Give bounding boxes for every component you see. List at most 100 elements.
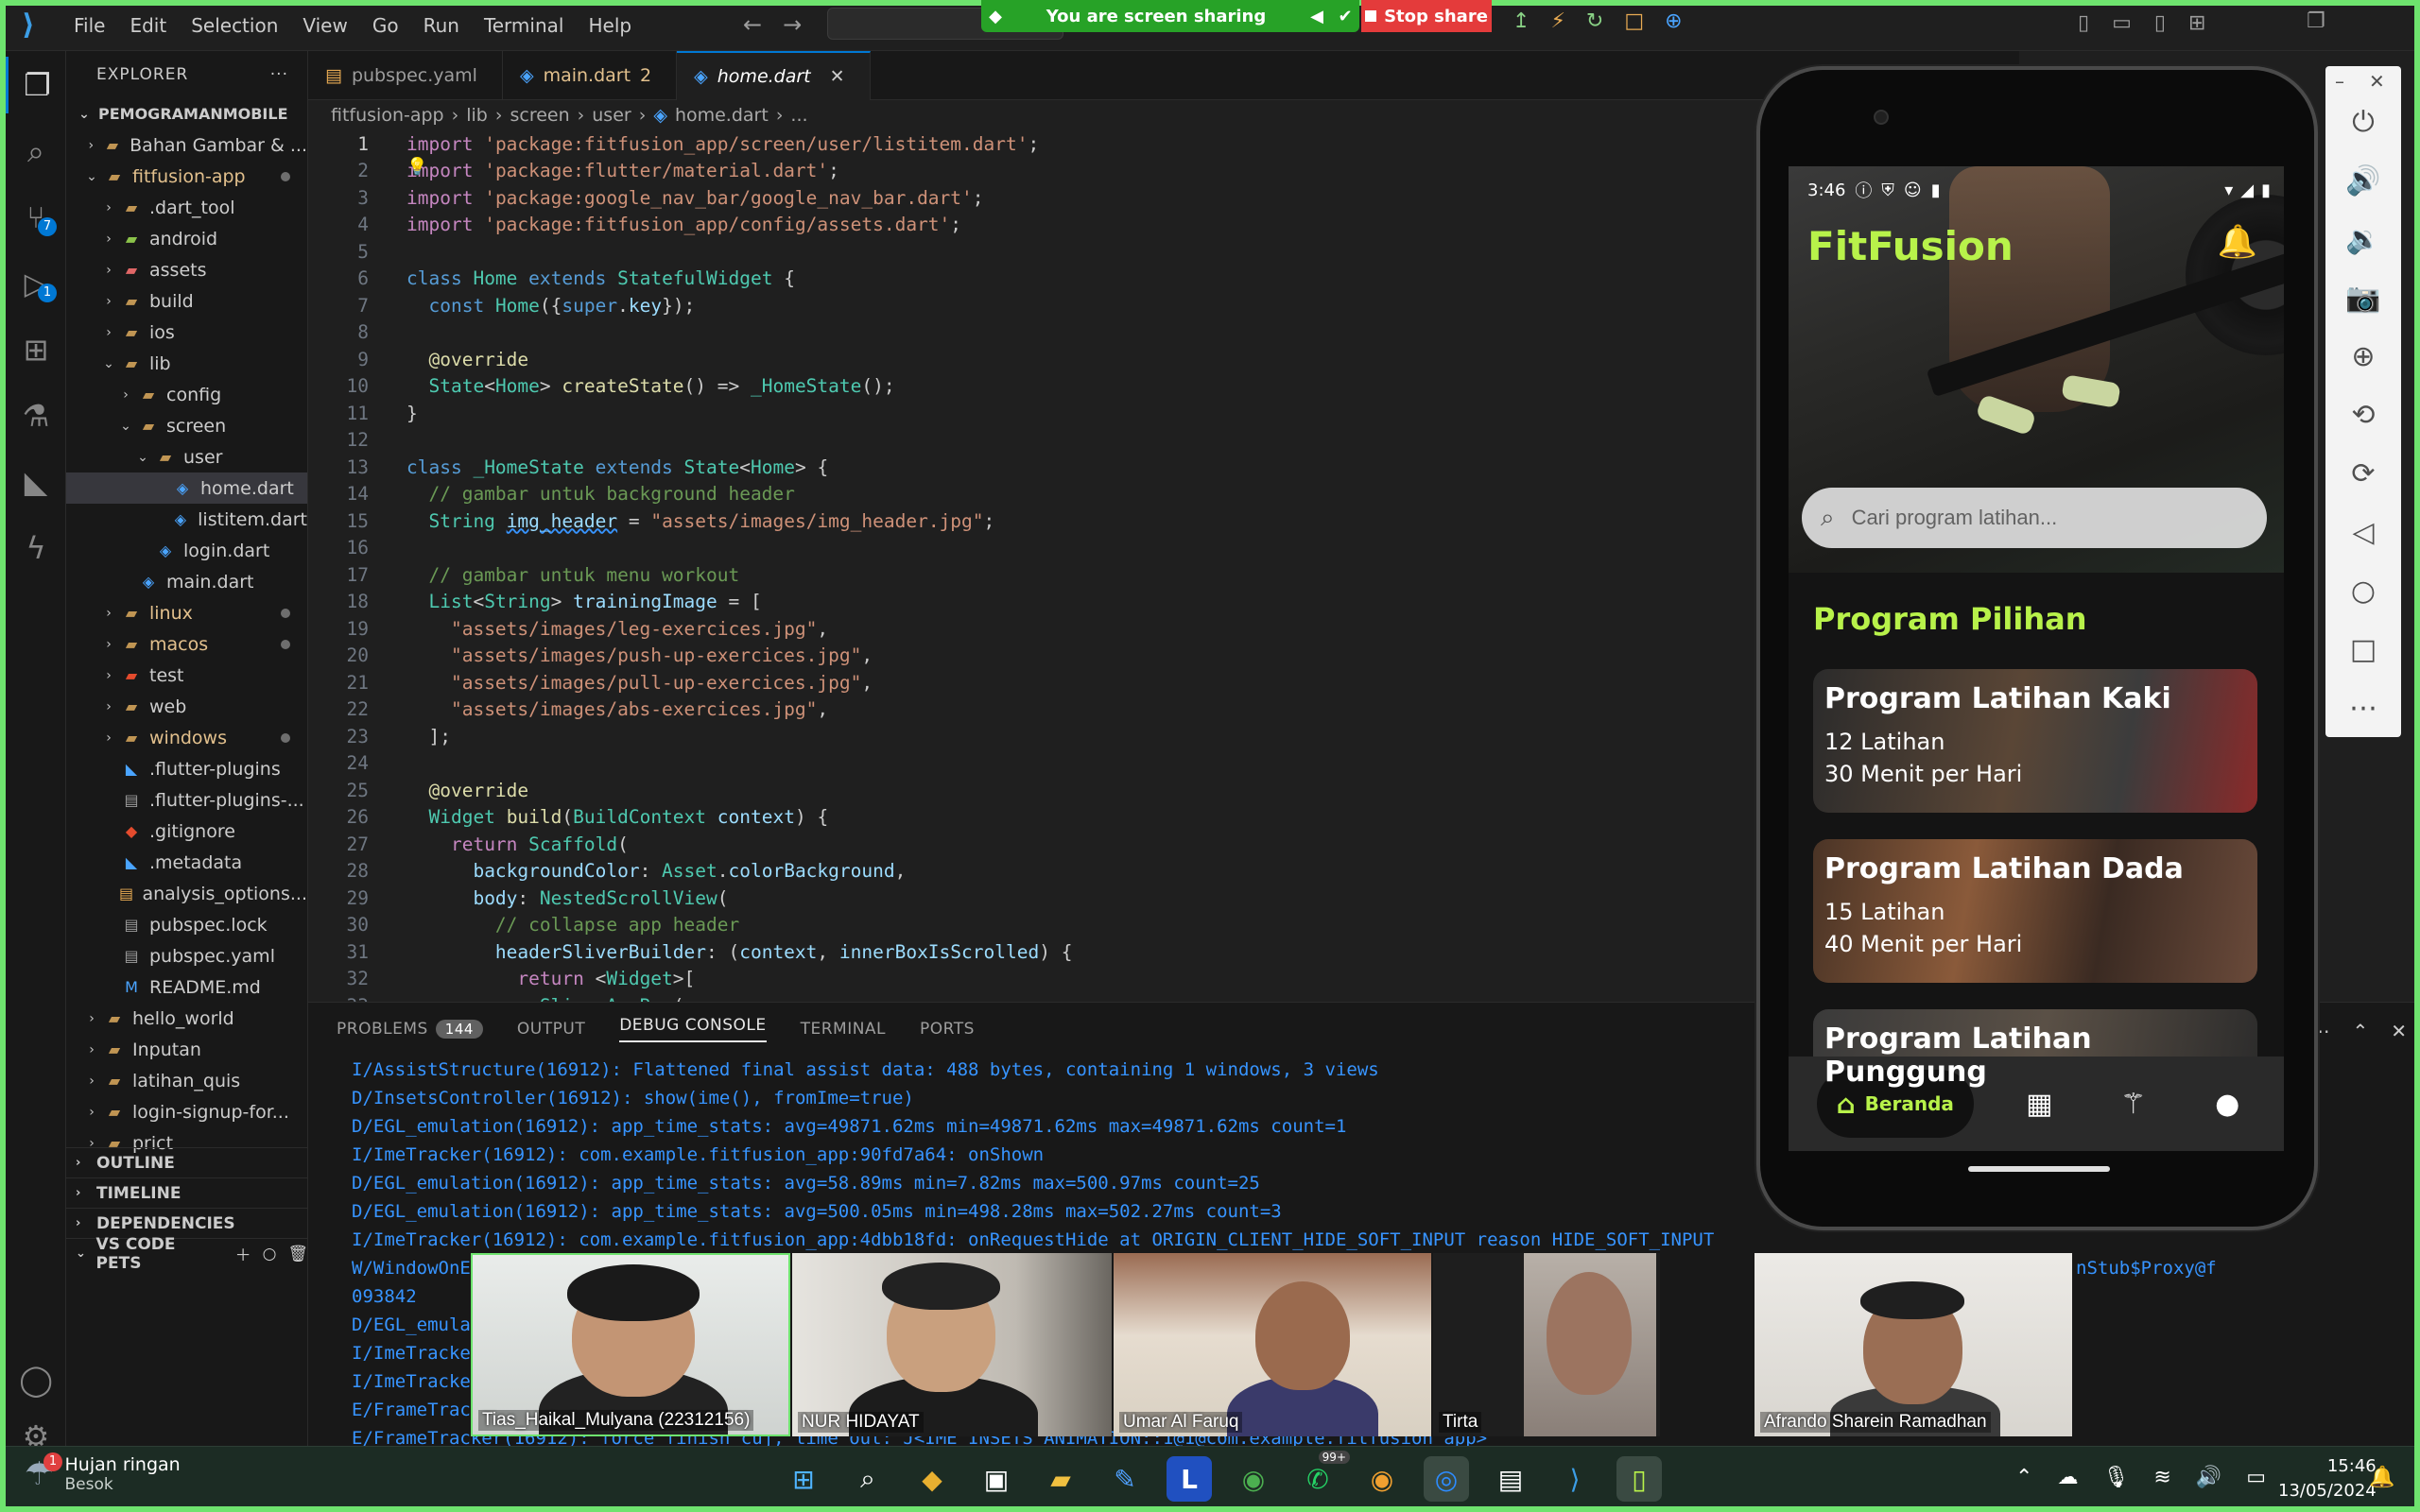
tree-item[interactable]: ◣ .metadata [66, 847, 307, 878]
volume-up-icon[interactable]: 🔊 [2345, 163, 2380, 200]
toggle-panel-icon[interactable]: ▭ [2112, 11, 2132, 35]
source-control-icon[interactable]: ⑂ 7 [6, 189, 66, 246]
account-icon[interactable]: ◯ [6, 1351, 66, 1408]
tree-item[interactable]: › ▰ .dart_tool [66, 192, 307, 223]
section-vscode-pets[interactable]: ⌄ VS CODE PETS ＋ ○ 🗑 [66, 1235, 307, 1273]
step-out-icon[interactable]: ↥ [1512, 9, 1530, 33]
zoom-icon[interactable]: ⊕ [2351, 338, 2375, 376]
start-icon[interactable]: ⊞ [781, 1456, 826, 1502]
panel-tab-terminal[interactable]: TERMINAL [801, 1020, 886, 1039]
tree-item[interactable]: › ▰ android [66, 223, 307, 254]
android-studio-icon[interactable]: ✎ [1102, 1456, 1148, 1502]
overview-icon[interactable]: □ [2350, 631, 2377, 669]
vscode-icon[interactable]: ⟩ [1552, 1456, 1598, 1502]
flutter-icon[interactable]: ◣ [6, 454, 66, 510]
tree-item[interactable]: › ▰ macos [66, 628, 307, 660]
breadcrumb-item[interactable]: fitfusion-app [331, 105, 444, 126]
tab-home-dart[interactable]: ◈ home.dart ✕ [677, 51, 871, 100]
fitness-icon[interactable]: ⚚ [2105, 1088, 2162, 1121]
stop-debug-icon[interactable]: □ [1624, 9, 1644, 33]
search-icon[interactable]: ⌕ [845, 1456, 890, 1502]
tree-item[interactable]: ◣ .flutter-plugins [66, 753, 307, 784]
volume-down-icon[interactable]: 🔉 [2345, 221, 2380, 259]
tree-item[interactable]: ▤ pubspec.yaml [66, 940, 307, 971]
tree-item[interactable]: › ▰ web [66, 691, 307, 722]
onedrive-icon[interactable]: ☁ [2057, 1466, 2078, 1489]
tab-pubspec-yaml[interactable]: ▤ pubspec.yaml [308, 51, 503, 100]
tree-item[interactable]: ⌄ ▰ screen [66, 410, 307, 441]
battery-icon[interactable]: ▭ [2246, 1466, 2266, 1489]
more-actions-icon[interactable]: ··· [270, 65, 288, 84]
tree-item[interactable]: ▤ analysis_options... [66, 878, 307, 909]
terminal-icon[interactable]: ▤ [1488, 1456, 1533, 1502]
tree-item[interactable]: › ▰ windows [66, 722, 307, 753]
close-panel-icon[interactable]: ✕ [2391, 1020, 2407, 1042]
breadcrumb-item[interactable]: user [592, 105, 631, 126]
tree-item[interactable]: ▤ pubspec.lock [66, 909, 307, 940]
rotate-right-icon[interactable]: ⟳ [2351, 455, 2375, 493]
video-tile[interactable]: Umar Al Faruq [1114, 1253, 1431, 1436]
menu-help[interactable]: Help [577, 9, 643, 43]
maximize-panel-icon[interactable]: ⌃ [2352, 1020, 2368, 1042]
menu-view[interactable]: View [291, 9, 358, 43]
tree-item[interactable]: › ▰ build [66, 285, 307, 317]
menu-go[interactable]: Go [361, 9, 410, 43]
profile-icon[interactable]: ● [2199, 1088, 2256, 1121]
tree-item[interactable]: › ▰ test [66, 660, 307, 691]
video-tile[interactable]: Tirta [1433, 1253, 1660, 1436]
breadcrumb-item[interactable]: home.dart [675, 105, 769, 126]
hot-reload-icon[interactable]: ⚡ [1550, 9, 1564, 33]
tree-item[interactable]: ◈ home.dart [66, 472, 307, 504]
tree-item[interactable]: ⌄ ▰ fitfusion-app [66, 161, 307, 192]
workspace-root[interactable]: ⌄ PEMOGRAMANMOBILE [66, 98, 307, 129]
tree-item[interactable]: M README.md [66, 971, 307, 1003]
file-explorer-icon[interactable]: ▰ [1038, 1456, 1083, 1502]
notification-bell-icon[interactable]: 🔔 [2369, 1466, 2394, 1489]
tree-item[interactable]: ▤ .flutter-plugins-... [66, 784, 307, 816]
tree-item[interactable]: › ▰ assets [66, 254, 307, 285]
panel-tab-debug-console[interactable]: DEBUG CONSOLE [619, 1016, 767, 1042]
ball-icon[interactable]: ○ [263, 1245, 277, 1263]
tree-item[interactable]: ◈ login.dart [66, 535, 307, 566]
extensions-icon[interactable]: ⊞ [6, 321, 66, 378]
delete-icon[interactable]: 🗑 [287, 1245, 307, 1263]
chrome-icon[interactable]: ◉ [1231, 1456, 1276, 1502]
volume-icon[interactable]: 🔊 [2196, 1466, 2221, 1489]
panel-tab-output[interactable]: OUTPUT [517, 1020, 585, 1039]
menu-selection[interactable]: Selection [180, 9, 289, 43]
tree-item[interactable]: ◈ listitem.dart [66, 504, 307, 535]
tree-item[interactable]: › ▰ ios [66, 317, 307, 348]
customize-layout-icon[interactable]: ⊞ [2188, 11, 2205, 35]
taskbar-clock[interactable]: 15:46 13/05/2024 [2278, 1454, 2377, 1503]
breadcrumb-item[interactable]: screen [510, 105, 569, 126]
whatsapp-icon[interactable]: ✆ 99+ [1295, 1451, 1350, 1502]
microphone-icon[interactable]: 🎙 [2102, 1466, 2129, 1489]
hot-restart-icon[interactable]: ↻ [1586, 9, 1603, 33]
breadcrumb-item[interactable]: ... [790, 105, 807, 126]
lightbulb-icon[interactable]: 💡 [406, 157, 427, 177]
zoom-icon[interactable]: ◎ [1424, 1456, 1469, 1502]
testing-icon[interactable]: ⚗ [6, 387, 66, 444]
emulator-app-icon[interactable]: ▯ [1616, 1456, 1662, 1502]
minimize-icon[interactable]: – [2335, 70, 2344, 93]
add-pet-icon[interactable]: ＋ [235, 1242, 251, 1265]
gesture-bar[interactable] [1968, 1166, 2110, 1172]
panel-tab-ports[interactable]: PORTS [920, 1020, 975, 1039]
search-icon[interactable]: ⌕ [6, 123, 66, 180]
program-search-bar[interactable]: ⌕ [1802, 488, 2267, 548]
tree-item[interactable]: ⌄ ▰ lib [66, 348, 307, 379]
restore-icon[interactable]: ❐ [2307, 9, 2325, 33]
program-card-kaki[interactable]: Program Latihan Kaki 12 Latihan 30 Menit… [1813, 669, 2257, 813]
audio-icon[interactable]: ◀ [1303, 7, 1331, 26]
section-outline[interactable]: › OUTLINE [66, 1147, 307, 1177]
toggle-sidebar-icon[interactable]: ▯ [2078, 11, 2089, 35]
tree-item[interactable]: › ▰ config [66, 379, 307, 410]
close-icon[interactable]: ✕ [2369, 70, 2385, 93]
tray-chevron-up-icon[interactable]: ⌃ [2015, 1466, 2032, 1489]
section-timeline[interactable]: › TIMELINE [66, 1177, 307, 1208]
camera-icon[interactable]: 📷 [2345, 280, 2380, 318]
tree-item[interactable]: ◈ main.dart [66, 566, 307, 597]
video-tile[interactable]: Afrando Sharein Ramadhan [1754, 1253, 2072, 1436]
breadcrumb-item[interactable]: lib [466, 105, 488, 126]
tree-item[interactable]: › ▰ latihan_quis [66, 1065, 307, 1096]
